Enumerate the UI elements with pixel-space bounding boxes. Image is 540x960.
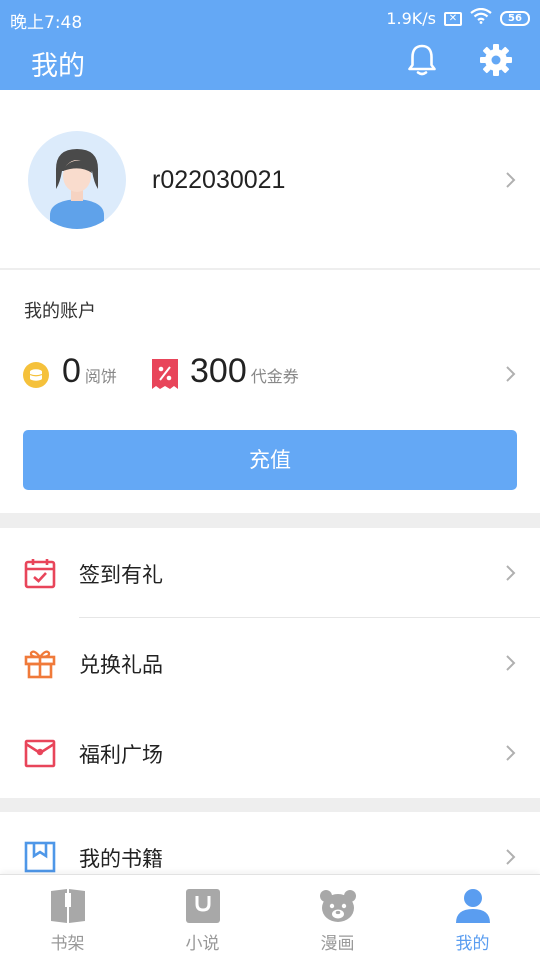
menu-group-books: 我的书籍: [0, 812, 540, 874]
gift-icon: [24, 650, 56, 679]
bottom-tab-bar: 书架 小说 漫画 我的: [0, 874, 540, 960]
tab-label-comic: 漫画: [320, 934, 355, 954]
settings-button[interactable]: [478, 42, 514, 78]
coin-balance[interactable]: 0 阅饼: [62, 352, 117, 391]
bear-face-icon: [320, 890, 356, 922]
coupon-balance[interactable]: 300 代金券: [190, 352, 299, 391]
status-time: 晚上7:48: [10, 13, 83, 33]
chevron-right-icon: [506, 849, 516, 865]
bookshelf-icon: [51, 889, 85, 923]
chevron-right-icon: [506, 565, 516, 581]
tab-label-novel: 小说: [185, 934, 220, 954]
menu-label-checkin: 签到有礼: [79, 563, 163, 587]
envelope-icon: [24, 739, 56, 768]
menu-label-my-books: 我的书籍: [79, 847, 163, 871]
coin-icon: [23, 362, 49, 388]
coin-amount: 0: [62, 352, 81, 390]
menu-item-checkin[interactable]: 签到有礼: [0, 528, 540, 618]
default-avatar-icon: [50, 149, 104, 229]
tab-bookshelf[interactable]: 书架: [0, 875, 135, 960]
no-sim-icon: ✕: [444, 11, 462, 26]
page-title: 我的: [31, 51, 85, 82]
bell-icon: [408, 44, 436, 76]
chevron-right-icon[interactable]: [501, 365, 519, 383]
menu-item-welfare[interactable]: 福利广场: [0, 708, 540, 798]
tab-label-mine: 我的: [455, 934, 490, 954]
profile-card[interactable]: r022030021: [0, 90, 540, 268]
novel-bag-icon: [186, 889, 220, 923]
wifi-icon: [470, 7, 492, 29]
status-indicators: 1.9K/s ✕ 56: [386, 7, 530, 29]
tab-mine[interactable]: 我的: [405, 875, 540, 960]
account-title: 我的账户: [24, 301, 96, 322]
menu-group-rewards: 签到有礼 兑换礼品 福利广场: [0, 528, 540, 798]
menu-label-gift-exchange: 兑换礼品: [79, 653, 163, 677]
menu-item-my-books[interactable]: 我的书籍: [0, 812, 540, 874]
chevron-right-icon: [506, 172, 516, 188]
recharge-button[interactable]: 充值: [23, 430, 517, 490]
coin-unit: 阅饼: [84, 367, 117, 386]
account-card: 我的账户 0 阅饼 300 代金券 充值: [0, 270, 540, 513]
avatar[interactable]: [28, 131, 126, 229]
coupon-unit: 代金券: [250, 367, 299, 386]
username: r022030021: [152, 166, 286, 194]
tab-label-bookshelf: 书架: [50, 934, 85, 954]
status-bar: 晚上7:48 1.9K/s ✕ 56: [0, 0, 540, 36]
coupon-amount: 300: [190, 352, 247, 390]
menu-item-gift-exchange[interactable]: 兑换礼品: [0, 618, 540, 708]
chevron-right-icon: [506, 655, 516, 671]
tab-comic[interactable]: 漫画: [270, 875, 405, 960]
notification-button[interactable]: [404, 42, 440, 78]
menu-label-welfare: 福利广场: [79, 743, 163, 767]
person-icon: [456, 889, 490, 923]
coupon-icon: [152, 359, 178, 389]
network-speed: 1.9K/s: [386, 9, 436, 28]
bookmark-book-icon: [24, 841, 56, 873]
gear-icon: [480, 44, 512, 76]
top-app-bar: 晚上7:48 1.9K/s ✕ 56 我的: [0, 0, 540, 90]
tab-novel[interactable]: 小说: [135, 875, 270, 960]
calendar-check-icon: [24, 559, 56, 589]
chevron-right-icon: [506, 745, 516, 761]
battery-icon: 56: [500, 11, 530, 26]
